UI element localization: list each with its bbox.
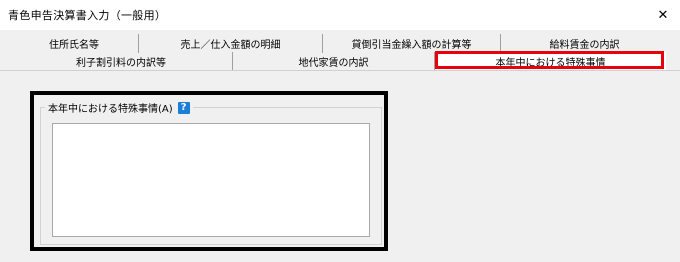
tab-address-name[interactable]: 住所氏名等 [10, 34, 138, 53]
tab-bad-debt-reserve[interactable]: 貸倒引当金繰入額の計算等 [322, 34, 500, 53]
tab-label: 本年中における特殊事情 [495, 58, 606, 69]
tab-sales-purchase[interactable]: 売上／仕入金額の明細 [138, 34, 322, 53]
tab-rent-breakdown[interactable]: 地代家賃の内訳 [232, 52, 434, 71]
tab-label: 給料賃金の内訳 [549, 40, 620, 51]
special-circumstances-textarea[interactable] [52, 123, 370, 237]
tab-special-circumstances[interactable]: 本年中における特殊事情 [434, 52, 666, 71]
title-bar: 青色申告決算書入力（一般用） ✕ [0, 0, 680, 30]
tab-interest-discount[interactable]: 利子割引料の内訳等 [10, 52, 232, 71]
special-circumstances-group: 本年中における特殊事情(A) ? [40, 100, 382, 245]
annotation-frame: 本年中における特殊事情(A) ? [30, 91, 388, 251]
window-title: 青色申告決算書入力（一般用） [8, 9, 167, 22]
tab-label: 利子割引料の内訳等 [76, 58, 166, 69]
tab-label: 売上／仕入金額の明細 [180, 40, 281, 51]
tab-salary-breakdown[interactable]: 給料賃金の内訳 [500, 34, 668, 53]
group-label-container: 本年中における特殊事情(A) ? [45, 100, 193, 115]
group-label: 本年中における特殊事情(A) [48, 104, 173, 115]
help-icon[interactable]: ? [177, 101, 190, 114]
tab-row-1: 住所氏名等 売上／仕入金額の明細 貸倒引当金繰入額の計算等 給料賃金の内訳 [0, 34, 680, 53]
close-button[interactable]: ✕ [646, 0, 680, 30]
close-icon: ✕ [657, 7, 669, 23]
tab-row-2: 利子割引料の内訳等 地代家賃の内訳 本年中における特殊事情 [0, 52, 680, 71]
tab-label: 地代家賃の内訳 [298, 58, 369, 69]
tab-label: 住所氏名等 [49, 40, 99, 51]
tab-label: 貸倒引当金繰入額の計算等 [351, 40, 472, 51]
